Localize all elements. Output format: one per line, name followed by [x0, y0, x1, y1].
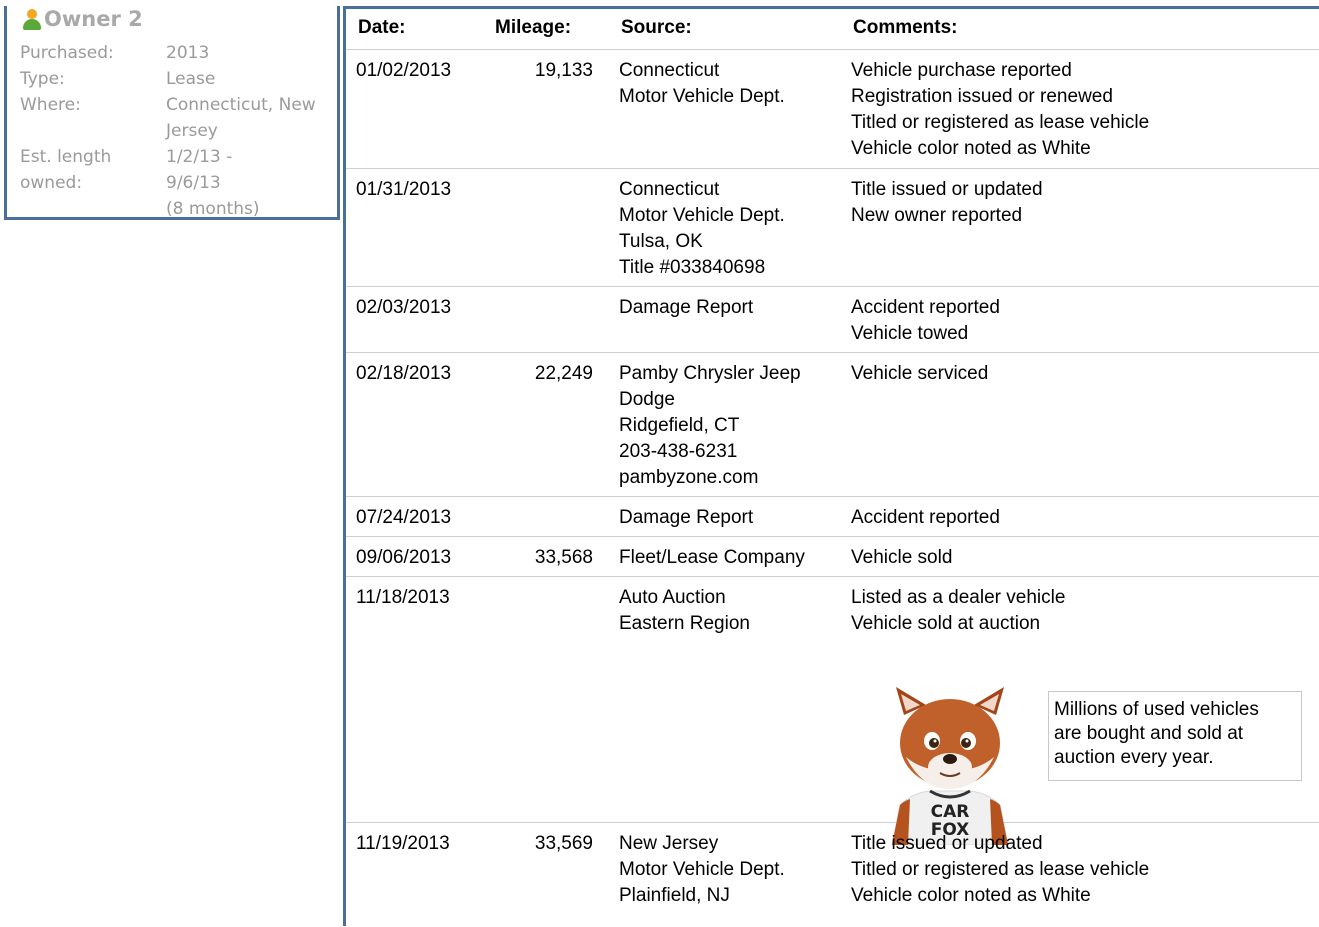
- row-source: Fleet/Lease Company: [619, 547, 805, 568]
- owner-title-text: Owner 2: [44, 7, 143, 31]
- row-comments: Vehicle serviced: [851, 363, 989, 384]
- owner-row-where: Where: Connecticut, New Jersey: [20, 92, 336, 144]
- row-comments: Title issued or updated New owner reporte…: [851, 179, 1043, 226]
- row-date: 11/19/2013: [356, 833, 450, 854]
- header-source: Source:: [621, 17, 692, 38]
- owner-title: Owner 2: [21, 6, 143, 32]
- header-mileage: Mileage:: [495, 17, 572, 38]
- table-row: 11/18/2013 Auto Auction Eastern Region Li…: [346, 577, 1319, 845]
- row-source: New Jersey Motor Vehicle Dept. Plainfield…: [619, 833, 785, 906]
- owner-row-owned: owned: 9/6/13 (8 months): [20, 170, 336, 222]
- auction-fact-callout: Millions of used vehicles are bought and…: [1048, 691, 1302, 781]
- row-comments: Accident reported Vehicle towed: [851, 297, 1000, 344]
- row-date: 07/24/2013: [356, 507, 452, 528]
- owner-panel: Owner 2 Purchased: 2013 Type: Lease Wher…: [4, 6, 340, 220]
- row-comments: Listed as a dealer vehicle Vehicle sold a…: [851, 587, 1066, 634]
- owner-value: Lease: [166, 69, 216, 89]
- table-row: 02/18/2013 22,249 Pamby Chrysler Jeep Dod…: [346, 353, 1319, 497]
- owner-fields: Purchased: 2013 Type: Lease Where: Conne…: [20, 40, 336, 222]
- row-comments: Vehicle sold: [851, 547, 953, 568]
- row-comments: Title issued or updated Titled or registe…: [851, 833, 1150, 906]
- table-row: 09/06/2013 33,568 Fleet/Lease Company Ve…: [346, 537, 1319, 577]
- owner-value: Connecticut, New Jersey: [166, 95, 316, 141]
- owner-row-purchased: Purchased: 2013: [20, 40, 336, 66]
- owner-value: 2013: [166, 43, 210, 63]
- row-comments: Accident reported: [851, 507, 1000, 528]
- header-date: Date:: [358, 17, 406, 38]
- owner-label: Est. length: [20, 147, 112, 167]
- owner-label: Purchased:: [20, 43, 114, 63]
- row-source: Connecticut Motor Vehicle Dept. Tulsa, OK…: [619, 179, 785, 278]
- owner-row-length: Est. length 1/2/13 -: [20, 144, 336, 170]
- row-source: Damage Report: [619, 507, 754, 528]
- row-source: Connecticut Motor Vehicle Dept.: [619, 60, 785, 107]
- owner-value: 9/6/13 (8 months): [166, 173, 260, 219]
- row-mileage: 19,133: [534, 60, 593, 81]
- row-date: 11/18/2013: [356, 587, 450, 608]
- owner-label: Type:: [20, 69, 65, 89]
- table-row: 02/03/2013 Damage Report Accident report…: [346, 287, 1319, 353]
- row-source: Pamby Chrysler Jeep Dodge Ridgefield, CT 2…: [619, 363, 801, 488]
- table-header: Date: Mileage: Source: Comments:: [346, 9, 1319, 50]
- header-comments: Comments:: [853, 17, 958, 38]
- person-icon: [21, 7, 43, 31]
- row-mileage: 22,249: [534, 363, 593, 384]
- row-mileage: 33,569: [534, 833, 593, 854]
- table-row: 11/19/2013 33,569 New Jersey Motor Vehicl…: [346, 823, 1319, 927]
- row-date: 02/18/2013: [356, 363, 452, 384]
- shirt-text-car: CAR: [931, 802, 970, 822]
- history-table: Date: Mileage: Source: Comments: 01/02/2…: [346, 9, 1319, 927]
- owner-label: Where:: [20, 95, 81, 115]
- row-comments: Vehicle purchase reported Registration is…: [851, 60, 1150, 159]
- row-date: 02/03/2013: [356, 297, 452, 318]
- carfox-mascot-image: CAR FOX: [891, 687, 1009, 845]
- owner-row-type: Type: Lease: [20, 66, 336, 92]
- owner-label: owned:: [20, 173, 83, 193]
- table-row: 01/31/2013 Connecticut Motor Vehicle Dept…: [346, 169, 1319, 287]
- row-date: 09/06/2013: [356, 547, 452, 568]
- row-date: 01/31/2013: [356, 179, 452, 200]
- table-row: 01/02/2013 19,133 Connecticut Motor Vehic…: [346, 50, 1319, 169]
- table-row: 07/24/2013 Damage Report Accident report…: [346, 497, 1319, 537]
- row-date: 01/02/2013: [356, 60, 452, 81]
- row-source: Auto Auction Eastern Region: [619, 587, 750, 634]
- row-source: Damage Report: [619, 297, 754, 318]
- owner-value: 1/2/13 -: [166, 147, 233, 167]
- row-mileage: 33,568: [534, 547, 593, 568]
